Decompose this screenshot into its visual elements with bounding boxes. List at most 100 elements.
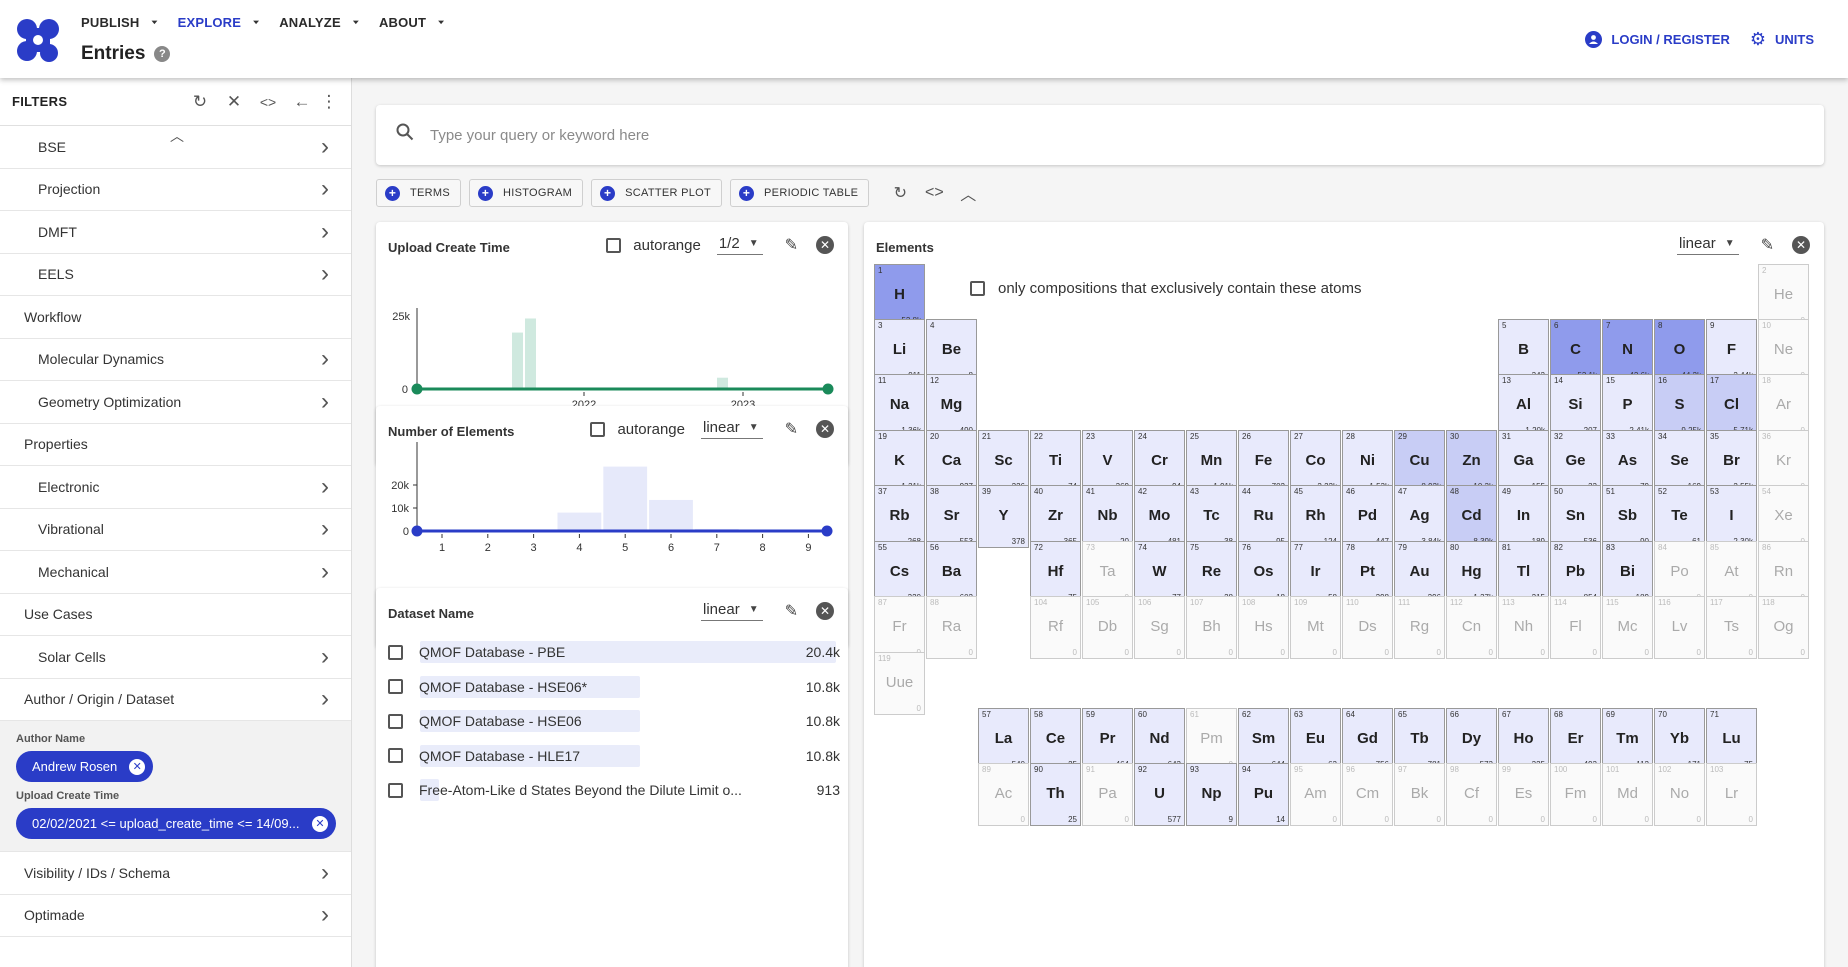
close-icon[interactable]: ✕ [816, 420, 834, 438]
code-icon[interactable]: <> [251, 94, 285, 110]
element-ca[interactable]: 20Ca937 [926, 430, 977, 493]
dataset-row[interactable]: QMOF Database - PBE 20.4k [388, 638, 840, 666]
element-zr[interactable]: 40Zr365 [1030, 485, 1081, 548]
element-sn[interactable]: 50Sn536 [1550, 485, 1601, 548]
element-br[interactable]: 35Br2.55k [1706, 430, 1757, 493]
element-as[interactable]: 33As79 [1602, 430, 1653, 493]
close-icon[interactable]: ✕ [816, 236, 834, 254]
element-au[interactable]: 79Au296 [1394, 541, 1445, 604]
element-mo[interactable]: 42Mo481 [1134, 485, 1185, 548]
element-tb[interactable]: 65Tb781 [1394, 708, 1445, 771]
dataset-row[interactable]: Free-Atom-Like d States Beyond the Dilut… [388, 776, 840, 804]
sidebar-item-properties[interactable]: Properties [0, 424, 351, 466]
element-s[interactable]: 16S9.25k [1654, 374, 1705, 437]
nav-publish[interactable]: PUBLISH ▼ [81, 15, 160, 30]
element-in[interactable]: 49In189 [1498, 485, 1549, 548]
element-ba[interactable]: 56Ba602 [926, 541, 977, 604]
element-tm[interactable]: 69Tm112 [1602, 708, 1653, 771]
edit-icon[interactable]: ✎ [785, 419, 798, 439]
code-icon[interactable]: <> [923, 184, 945, 202]
element-sc[interactable]: 21Sc226 [978, 430, 1029, 493]
element-nd[interactable]: 60Nd643 [1134, 708, 1185, 771]
collapse-up-icon[interactable]: ︿ [170, 126, 184, 146]
sidebar-item-author-origin-dataset[interactable]: Author / Origin / Dataset › [0, 679, 351, 721]
dataset-checkbox[interactable] [388, 713, 403, 729]
element-si[interactable]: 14Si207 [1550, 374, 1601, 437]
element-sb[interactable]: 51Sb90 [1602, 485, 1653, 548]
back-arrow-icon[interactable]: ← [285, 92, 319, 112]
nav-explore[interactable]: EXPLORE ▼ [178, 15, 262, 30]
element-fe[interactable]: 26Fe702 [1238, 430, 1289, 493]
element-tc[interactable]: 43Tc38 [1186, 485, 1237, 548]
element-os[interactable]: 76Os18 [1238, 541, 1289, 604]
edit-icon[interactable]: ✎ [1761, 235, 1774, 255]
element-mn[interactable]: 25Mn1.91k [1186, 430, 1237, 493]
dataset-checkbox[interactable] [388, 782, 403, 798]
element-nb[interactable]: 41Nb20 [1082, 485, 1133, 548]
add-terms-button[interactable]: + TERMS [376, 179, 461, 207]
gear-icon[interactable]: ⚙ [1750, 30, 1766, 48]
element-cl[interactable]: 17Cl5.71k [1706, 374, 1757, 437]
element-ir[interactable]: 77Ir58 [1290, 541, 1341, 604]
edit-icon[interactable]: ✎ [785, 235, 798, 255]
element-eu[interactable]: 63Eu63 [1290, 708, 1341, 771]
element-hf[interactable]: 72Hf75 [1030, 541, 1081, 604]
element-yb[interactable]: 70Yb171 [1654, 708, 1705, 771]
element-np[interactable]: 93 Np 9 [1186, 763, 1237, 826]
units-link[interactable]: UNITS [1775, 32, 1814, 47]
element-ga[interactable]: 31Ga155 [1498, 430, 1549, 493]
element-co[interactable]: 27Co2.22k [1290, 430, 1341, 493]
element-u[interactable]: 92 U 577 [1134, 763, 1185, 826]
reset-icon[interactable]: ↻ [889, 183, 911, 203]
element-v[interactable]: 23V369 [1082, 430, 1133, 493]
element-la[interactable]: 57La540 [978, 708, 1029, 771]
sidebar-item-solar-cells[interactable]: Solar Cells › [0, 636, 351, 679]
element-h[interactable]: 1H52.8k [874, 264, 925, 327]
reset-icon[interactable]: ↻ [183, 92, 217, 112]
element-pb[interactable]: 82Pb854 [1550, 541, 1601, 604]
element-be[interactable]: 4Be8 [926, 319, 977, 382]
element-ti[interactable]: 22Ti74 [1030, 430, 1081, 493]
element-pd[interactable]: 46Pd447 [1342, 485, 1393, 548]
sidebar-item-electronic[interactable]: Electronic › [0, 466, 351, 509]
add-scatter-plot-button[interactable]: + SCATTER PLOT [591, 179, 723, 207]
element-al[interactable]: 13Al1.20k [1498, 374, 1549, 437]
nav-about[interactable]: ABOUT ▼ [379, 15, 446, 30]
remove-chip-icon[interactable]: ✕ [129, 758, 146, 775]
element-ho[interactable]: 67Ho325 [1498, 708, 1549, 771]
element-k[interactable]: 19K1.31k [874, 430, 925, 493]
element-ce[interactable]: 58Ce25 [1030, 708, 1081, 771]
element-th[interactable]: 90 Th 25 [1030, 763, 1081, 826]
sidebar-item-geometry-optimization[interactable]: Geometry Optimization › [0, 381, 351, 424]
element-se[interactable]: 34Se169 [1654, 430, 1705, 493]
element-rb[interactable]: 37Rb268 [874, 485, 925, 548]
sidebar-item-use-cases[interactable]: Use Cases [0, 594, 351, 636]
element-sm[interactable]: 62Sm644 [1238, 708, 1289, 771]
sidebar-item-workflow[interactable]: Workflow [0, 296, 351, 339]
element-dy[interactable]: 66Dy573 [1446, 708, 1497, 771]
sidebar-item-eels[interactable]: EELS › [0, 254, 351, 296]
element-sr[interactable]: 38Sr553 [926, 485, 977, 548]
element-o[interactable]: 8O44.2k [1654, 319, 1705, 382]
clear-icon[interactable]: ✕ [217, 92, 251, 112]
element-rh[interactable]: 45Rh124 [1290, 485, 1341, 548]
sidebar-item-molecular-dynamics[interactable]: Molecular Dynamics › [0, 339, 351, 381]
element-ag[interactable]: 47Ag3.84k [1394, 485, 1445, 548]
add-periodic-table-button[interactable]: + PERIODIC TABLE [730, 179, 870, 207]
element-er[interactable]: 68Er493 [1550, 708, 1601, 771]
element-re[interactable]: 75Re28 [1186, 541, 1237, 604]
scale-select[interactable]: linear ▼ [1677, 235, 1739, 255]
element-pr[interactable]: 59Pr464 [1082, 708, 1133, 771]
sidebar-item-vibrational[interactable]: Vibrational › [0, 509, 351, 551]
element-ni[interactable]: 28Ni1.53k [1342, 430, 1393, 493]
sidebar-item-mechanical[interactable]: Mechanical › [0, 551, 351, 594]
exclusive-checkbox[interactable] [970, 281, 985, 296]
scale-select[interactable]: linear ▼ [701, 419, 763, 439]
element-mg[interactable]: 12Mg490 [926, 374, 977, 437]
element-cd[interactable]: 48Cd8.39k [1446, 485, 1497, 548]
close-icon[interactable]: ✕ [1792, 236, 1810, 254]
element-na[interactable]: 11Na1.36k [874, 374, 925, 437]
element-pu[interactable]: 94 Pu 14 [1238, 763, 1289, 826]
help-icon[interactable]: ? [154, 46, 171, 62]
element-f[interactable]: 9F2.44k [1706, 319, 1757, 382]
